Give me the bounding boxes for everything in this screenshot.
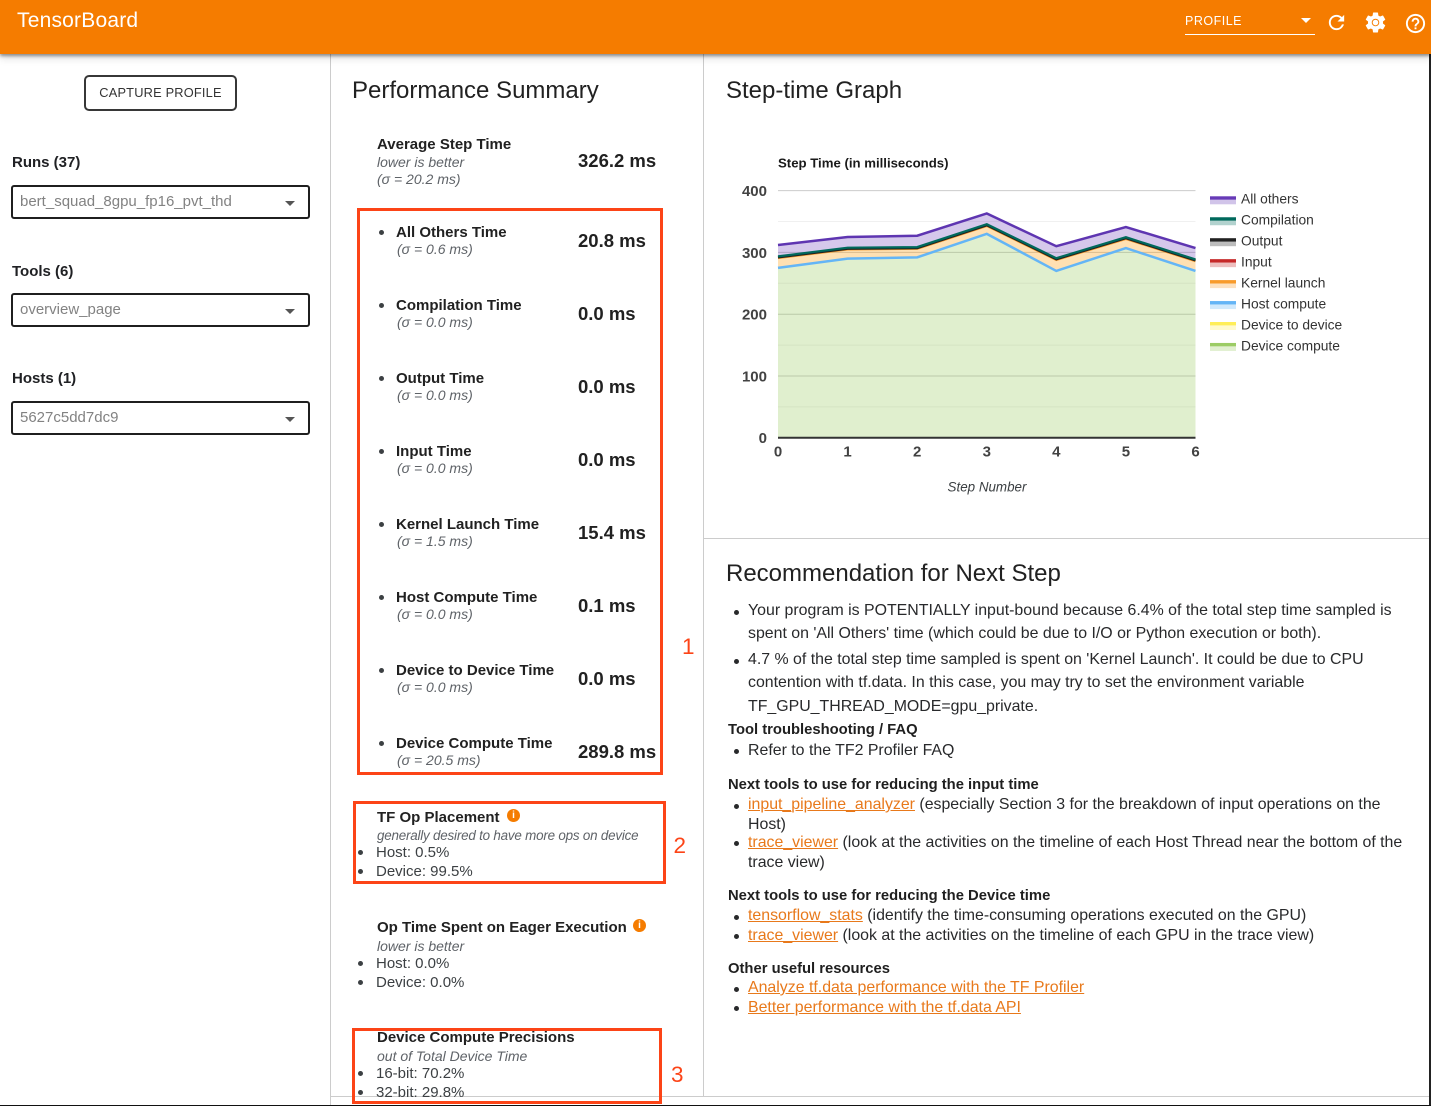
svg-text:Input: Input bbox=[1241, 255, 1272, 270]
svg-text:5: 5 bbox=[1122, 444, 1130, 461]
svg-text:Output: Output bbox=[1241, 234, 1283, 249]
svg-text:3: 3 bbox=[983, 444, 991, 461]
svg-text:Device compute: Device compute bbox=[1241, 338, 1340, 353]
svg-text:Step Time (in milliseconds): Step Time (in milliseconds) bbox=[778, 156, 949, 171]
svg-text:1: 1 bbox=[843, 444, 851, 461]
svg-text:Host compute: Host compute bbox=[1241, 296, 1326, 311]
svg-text:0: 0 bbox=[774, 444, 782, 461]
svg-text:Step Number: Step Number bbox=[948, 479, 1027, 494]
svg-text:Device to device: Device to device bbox=[1241, 317, 1343, 332]
svg-text:400: 400 bbox=[742, 183, 767, 200]
svg-text:4: 4 bbox=[1052, 444, 1061, 461]
svg-text:300: 300 bbox=[742, 245, 767, 262]
svg-text:Kernel launch: Kernel launch bbox=[1241, 276, 1325, 291]
svg-text:2: 2 bbox=[913, 444, 921, 461]
svg-text:100: 100 bbox=[742, 368, 767, 385]
svg-text:6: 6 bbox=[1191, 444, 1199, 461]
svg-text:0: 0 bbox=[759, 430, 767, 447]
svg-text:All others: All others bbox=[1241, 192, 1299, 207]
svg-text:Compilation: Compilation bbox=[1241, 213, 1314, 228]
svg-text:200: 200 bbox=[742, 307, 767, 324]
